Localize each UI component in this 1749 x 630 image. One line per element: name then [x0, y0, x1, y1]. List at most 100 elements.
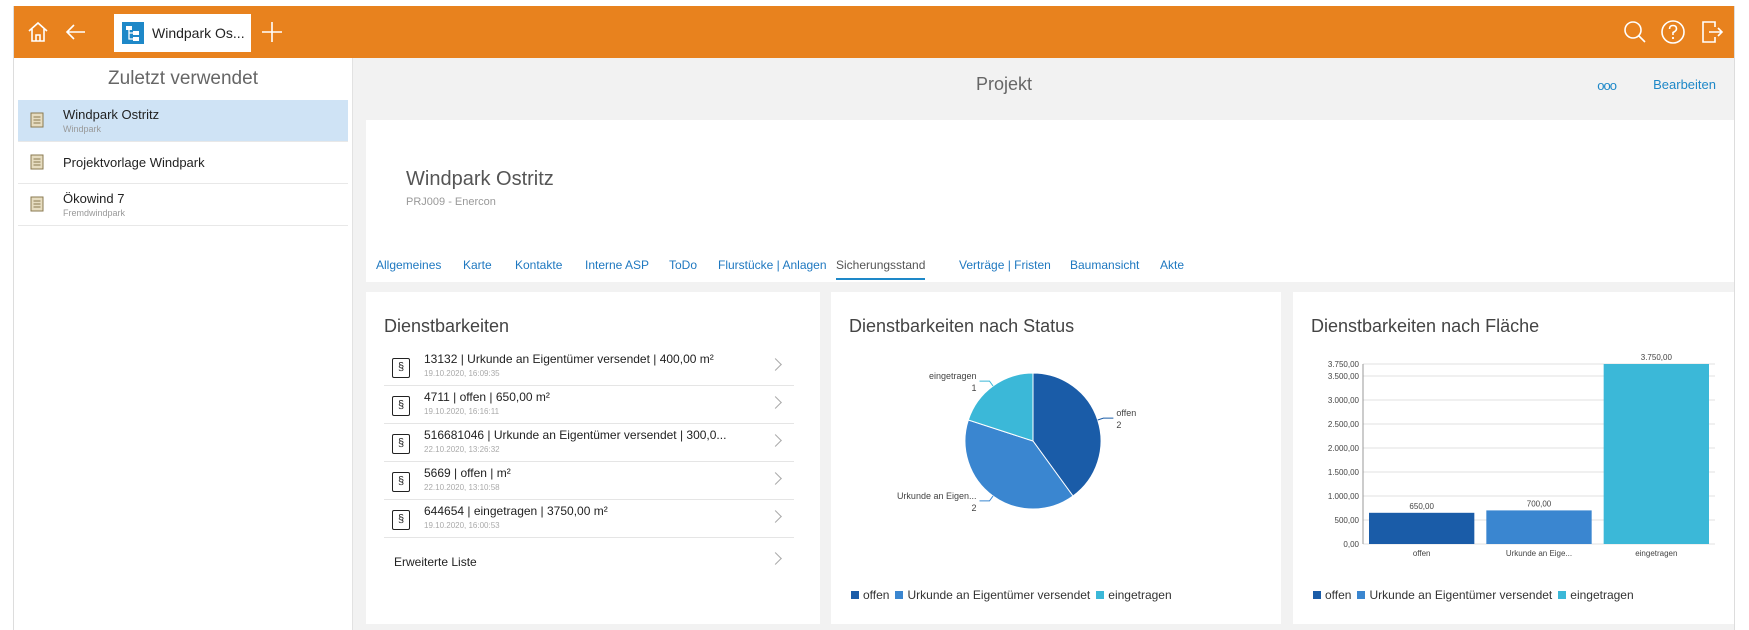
- sidebar-item-projektvorlage[interactable]: Projektvorlage Windpark: [18, 142, 348, 184]
- y-tick-label: 1.500,00: [1328, 468, 1360, 477]
- plus-icon[interactable]: [256, 16, 288, 48]
- area-chart-panel: Dienstbarkeiten nach Fläche 0,00 500,00 1.…: [1293, 292, 1734, 624]
- sidebar-item-subtitle: Windpark: [63, 124, 102, 134]
- tab-interne-asp[interactable]: Interne ASP: [585, 258, 649, 280]
- bar-eingetragen: [1603, 364, 1709, 544]
- pie-label-urkunde: Urkunde an Eigen...: [897, 491, 977, 501]
- list-item[interactable]: § 4711 | offen | 650,00 m² 19.10.2020, 1…: [384, 386, 794, 424]
- bar-urkunde: [1486, 510, 1592, 544]
- pie-value-offen: 2: [1116, 420, 1121, 430]
- legend-swatch-urkunde: [895, 591, 904, 599]
- legend-label: eingetragen: [1570, 588, 1634, 602]
- more-options-button[interactable]: ooo: [1597, 78, 1617, 93]
- tab-baumansicht[interactable]: Baumansicht: [1070, 258, 1139, 280]
- home-icon[interactable]: [22, 16, 54, 48]
- legend-label: Urkunde an Eigentümer versendet: [907, 588, 1091, 602]
- list-item-title: 644654 | eingetragen | 3750,00 m²: [424, 504, 608, 518]
- list-item-title: 516681046 | Urkunde an Eigentümer versen…: [424, 428, 727, 442]
- bar-offen: [1369, 512, 1475, 544]
- list-item-date: 19.10.2020, 16:00:53: [424, 521, 500, 530]
- tab-windpark[interactable]: Windpark Os...: [114, 14, 251, 52]
- list-item-date: 22.10.2020, 13:10:58: [424, 483, 500, 492]
- y-tick-label: 0,00: [1343, 540, 1359, 549]
- chevron-right-icon: [769, 510, 782, 523]
- list-item[interactable]: § 13132 | Urkunde an Eigentümer versende…: [384, 348, 794, 386]
- help-icon[interactable]: [1657, 16, 1689, 48]
- tab-flurstuecke-anlagen[interactable]: Flurstücke | Anlagen: [718, 258, 827, 280]
- x-tick-label: Urkunde an Eige...: [1506, 549, 1572, 558]
- top-bar: Windpark Os...: [14, 6, 1734, 58]
- list-item[interactable]: § 516681046 | Urkunde an Eigentümer vers…: [384, 424, 794, 462]
- panel-title: Dienstbarkeiten: [384, 316, 510, 336]
- bar-chart: 0,00 500,00 1.000,00 1.500,00 2.000,00 2.500,…: [1328, 353, 1715, 558]
- pie-chart: offen 2 Urkunde an Eigen... 2 eingetragen 1: [897, 371, 1136, 513]
- legend-swatch-offen: [1313, 591, 1321, 599]
- tab-akte[interactable]: Akte: [1160, 258, 1184, 280]
- list-item-title: 5669 | offen | m²: [424, 466, 511, 480]
- chevron-right-icon: [769, 396, 782, 409]
- tab-vertraege-fristen[interactable]: Verträge | Fristen: [959, 258, 1051, 280]
- legend-swatch-eingetragen: [1096, 591, 1105, 599]
- sidebar-item-oekowind-7[interactable]: Ökowind 7 Fremdwindpark: [18, 184, 348, 226]
- y-tick-label: 3.500,00: [1328, 372, 1360, 381]
- x-tick-label: offen: [1413, 549, 1431, 558]
- extended-list-label: Erweiterte Liste: [394, 555, 477, 569]
- list-item[interactable]: § 5669 | offen | m² 22.10.2020, 13:10:58: [384, 462, 794, 500]
- chevron-right-icon: [769, 358, 782, 371]
- bar-value-label: 3.750,00: [1641, 353, 1673, 362]
- back-arrow-icon[interactable]: [60, 16, 92, 48]
- legend-label: offen: [1325, 588, 1352, 602]
- list-item-date: 19.10.2020, 16:09:35: [424, 369, 500, 378]
- edit-button[interactable]: Bearbeiten: [1653, 77, 1716, 92]
- status-chart-panel: Dienstbarkeiten nach Status offen 2 Urkund…: [831, 292, 1281, 624]
- project-tree-icon: [122, 22, 144, 44]
- chart-title: Dienstbarkeiten nach Status: [849, 316, 1075, 336]
- project-subtitle: PRJ009 - Enercon: [406, 196, 496, 208]
- list-item[interactable]: § 644654 | eingetragen | 3750,00 m² 19.1…: [384, 500, 794, 538]
- pie-label-eingetragen: eingetragen: [929, 371, 977, 381]
- legend-swatch-urkunde: [1357, 591, 1366, 599]
- chart-legend: offen Urkunde an Eigentümer versendet ei…: [1307, 588, 1634, 602]
- list-item-date: 22.10.2020, 13:26:32: [424, 445, 500, 454]
- list-item-date: 19.10.2020, 16:16:11: [424, 407, 500, 416]
- tab-todo[interactable]: ToDo: [669, 258, 697, 280]
- tab-karte[interactable]: Karte: [463, 258, 492, 280]
- tab-sicherungsstand[interactable]: Sicherungsstand: [836, 258, 926, 280]
- chart-legend: offen Urkunde an Eigentümer versendet ei…: [845, 588, 1172, 602]
- tab-kontakte[interactable]: Kontakte: [515, 258, 562, 280]
- sidebar-item-name: Projektvorlage Windpark: [63, 155, 205, 170]
- pie-value-eingetragen: 1: [971, 383, 976, 393]
- paragraph-document-icon: §: [392, 434, 410, 454]
- y-tick-label: 1.000,00: [1328, 492, 1360, 501]
- dienstbarkeiten-panel: Dienstbarkeiten § 13132 | Urkunde an Eig…: [366, 292, 820, 624]
- pie-leader-eingetragen: [979, 380, 994, 387]
- sidebar-title: Zuletzt verwendet: [108, 68, 258, 89]
- pie-value-urkunde: 2: [971, 503, 976, 513]
- legend-swatch-eingetragen: [1558, 591, 1567, 599]
- chevron-right-icon: [769, 472, 782, 485]
- sidebar-item-name: Windpark Ostritz: [63, 107, 160, 122]
- paragraph-document-icon: §: [392, 396, 410, 416]
- list-item-title: 4711 | offen | 650,00 m²: [424, 390, 550, 404]
- document-icon: [30, 196, 44, 217]
- sidebar-item-name: Ökowind 7: [63, 191, 125, 206]
- logout-icon[interactable]: [1696, 16, 1728, 48]
- paragraph-document-icon: §: [392, 358, 410, 378]
- paragraph-document-icon: §: [392, 510, 410, 530]
- extended-list-link[interactable]: Erweiterte Liste: [384, 542, 794, 582]
- sidebar-item-subtitle: Fremdwindpark: [63, 208, 126, 218]
- search-icon[interactable]: [1619, 16, 1651, 48]
- y-tick-label: 3.000,00: [1328, 396, 1360, 405]
- app-window: Windpark Os... Zuletzt verwendet Windpar…: [13, 6, 1735, 630]
- sidebar-item-windpark-ostritz[interactable]: Windpark Ostritz Windpark: [18, 100, 348, 142]
- legend-swatch-offen: [851, 591, 859, 599]
- document-icon: [30, 154, 44, 175]
- tab-allgemeines[interactable]: Allgemeines: [376, 258, 441, 280]
- bar-value-label: 700,00: [1527, 499, 1552, 508]
- chevron-right-icon: [769, 552, 782, 565]
- bar-value-label: 650,00: [1409, 502, 1434, 511]
- legend-label: eingetragen: [1108, 588, 1172, 602]
- chart-title: Dienstbarkeiten nach Fläche: [1311, 316, 1540, 336]
- project-tabs: Allgemeines Karte Kontakte Interne ASP T…: [366, 258, 1734, 282]
- y-tick-label: 2.500,00: [1328, 420, 1360, 429]
